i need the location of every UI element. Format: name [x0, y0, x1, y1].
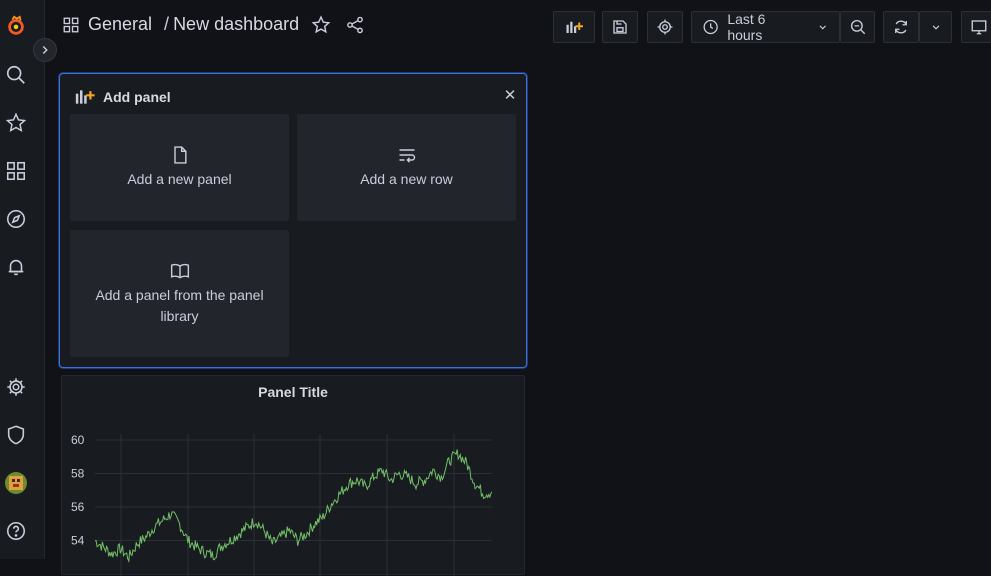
configuration-gear-icon[interactable]: [0, 371, 32, 403]
dashboard-grid-icon: [63, 17, 79, 32]
add-new-panel-button[interactable]: Add a new panel: [70, 114, 289, 221]
y-tick-label: 56: [71, 500, 85, 514]
add-panel-widget: Add panel ✕ Add a new panel Add a new ro…: [59, 73, 527, 368]
breadcrumb-folder[interactable]: General: [88, 14, 152, 35]
refresh-icon: [895, 20, 907, 34]
help-icon[interactable]: [0, 515, 32, 547]
refresh-interval-dropdown[interactable]: [919, 11, 952, 43]
settings-gear-icon: [657, 19, 673, 35]
view-mode-button[interactable]: [961, 11, 991, 43]
add-panel-icon: [566, 21, 583, 33]
y-tick-label: 60: [71, 433, 85, 447]
add-library-panel-button[interactable]: Add a panel from the panel library: [70, 230, 289, 357]
alerting-bell-icon[interactable]: [0, 251, 32, 283]
monitor-icon: [971, 20, 987, 35]
expand-sidebar-button[interactable]: [33, 38, 57, 62]
close-icon[interactable]: ✕: [503, 87, 517, 104]
clock-icon: [703, 19, 718, 35]
dashboards-icon[interactable]: [0, 155, 32, 187]
explore-icon[interactable]: [0, 203, 32, 235]
share-icon[interactable]: [345, 15, 365, 35]
grafana-logo-icon[interactable]: [0, 10, 32, 42]
refresh-button[interactable]: [883, 11, 919, 43]
add-new-row-button[interactable]: Add a new row: [297, 114, 516, 221]
series-line: [95, 449, 493, 563]
top-navbar: General / New dashboard Last 6 hours: [44, 0, 991, 54]
star-icon[interactable]: [311, 14, 331, 35]
add-new-panel-label: Add a new panel: [127, 171, 232, 187]
file-icon: [173, 146, 187, 164]
dashboard-title[interactable]: New dashboard: [173, 14, 299, 35]
y-tick-label: 54: [71, 534, 85, 548]
server-admin-shield-icon[interactable]: [0, 419, 32, 451]
graph-panel[interactable]: Panel Title 60 58 56 54: [61, 375, 525, 576]
save-dashboard-button[interactable]: [602, 11, 638, 43]
add-panel-button[interactable]: [553, 11, 595, 43]
zoom-out-button[interactable]: [840, 11, 875, 43]
time-range-label: Last 6 hours: [727, 11, 766, 43]
add-panel-icon: [75, 90, 95, 104]
chevron-down-icon: [819, 25, 826, 30]
add-library-panel-label: Add a panel from the panel library: [95, 286, 264, 324]
add-panel-header: Add panel: [73, 87, 171, 107]
sidebar: [0, 0, 45, 559]
starred-icon[interactable]: [0, 107, 32, 139]
add-panel-title: Add panel: [103, 89, 171, 105]
chevron-right-icon: [42, 45, 48, 55]
user-avatar[interactable]: [5, 472, 27, 494]
add-new-row-label: Add a new row: [360, 171, 453, 187]
search-icon[interactable]: [0, 59, 32, 91]
save-icon: [613, 20, 627, 34]
breadcrumb-separator: /: [164, 14, 170, 34]
y-tick-label: 58: [71, 467, 85, 481]
time-range-picker[interactable]: Last 6 hours: [691, 11, 840, 43]
breadcrumb: General / New dashboard: [62, 14, 365, 35]
chevron-down-icon: [932, 25, 939, 30]
row-wrap-icon: [399, 149, 415, 163]
book-open-icon: [170, 263, 189, 279]
dashboard-settings-button[interactable]: [647, 11, 683, 43]
zoom-out-icon: [850, 19, 865, 35]
time-series-chart: 60 58 56 54: [71, 433, 493, 576]
